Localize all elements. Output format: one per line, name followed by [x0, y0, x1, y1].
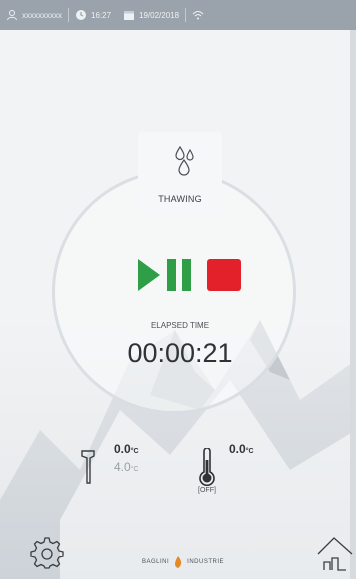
chamber-unit: °C [245, 448, 254, 455]
home-icon [317, 537, 353, 571]
status-user: xxxxxxxxxx [0, 9, 68, 21]
play-pause-icon [138, 259, 191, 291]
status-indicators [186, 9, 214, 21]
status-bar: xxxxxxxxxx 16:27 19/02/2018 [0, 0, 356, 30]
stop-button[interactable] [207, 259, 241, 291]
settings-button[interactable] [30, 535, 64, 569]
brand-logo: BAGLINI INDUSTRIE [128, 556, 238, 568]
status-time-text: 16:27 [91, 10, 112, 20]
clock-icon [76, 10, 86, 20]
status-date: 19/02/2018 [117, 9, 185, 21]
brand-flame-icon [175, 556, 182, 568]
core-probe-reading: 0.0°C [114, 442, 139, 456]
brand-right-text: INDUSTRIE [187, 559, 225, 565]
home-button[interactable] [314, 532, 354, 572]
core-probe-unit: °C [130, 448, 139, 455]
wifi-icon [192, 11, 204, 20]
brand-left-text: BAGLINI [141, 559, 170, 565]
core-probe-setpoint-value: 4.0 [114, 460, 131, 474]
right-frame [350, 30, 356, 579]
core-probe-setpoint-unit: °C [130, 466, 139, 473]
status-time: 16:27 [69, 9, 117, 21]
chamber-reading: 0.0°C [229, 442, 254, 456]
calendar-icon [124, 11, 135, 20]
core-probe-icon[interactable] [79, 449, 97, 485]
program-mode-label: THAWING [158, 194, 202, 204]
user-icon [7, 10, 17, 21]
core-probe-setpoint[interactable]: 4.0°C [114, 460, 139, 474]
thermometer-icon[interactable] [196, 448, 218, 486]
thawing-screen: xxxxxxxxxx 16:27 19/02/2018 THAWING ELAP… [0, 0, 356, 579]
status-user-text: xxxxxxxxxx [22, 10, 62, 20]
chamber-value: 0.0 [229, 442, 246, 456]
status-date-text: 19/02/2018 [139, 10, 180, 20]
settings-icon [30, 537, 64, 569]
elapsed-time-label: ELAPSED TIME [150, 321, 210, 330]
core-probe-value: 0.0 [114, 442, 131, 456]
chamber-status: [OFF] [198, 487, 216, 494]
water-drops-icon [175, 146, 194, 176]
elapsed-time-value: 00:00:21 [127, 338, 233, 368]
play-pause-button[interactable] [136, 257, 196, 293]
